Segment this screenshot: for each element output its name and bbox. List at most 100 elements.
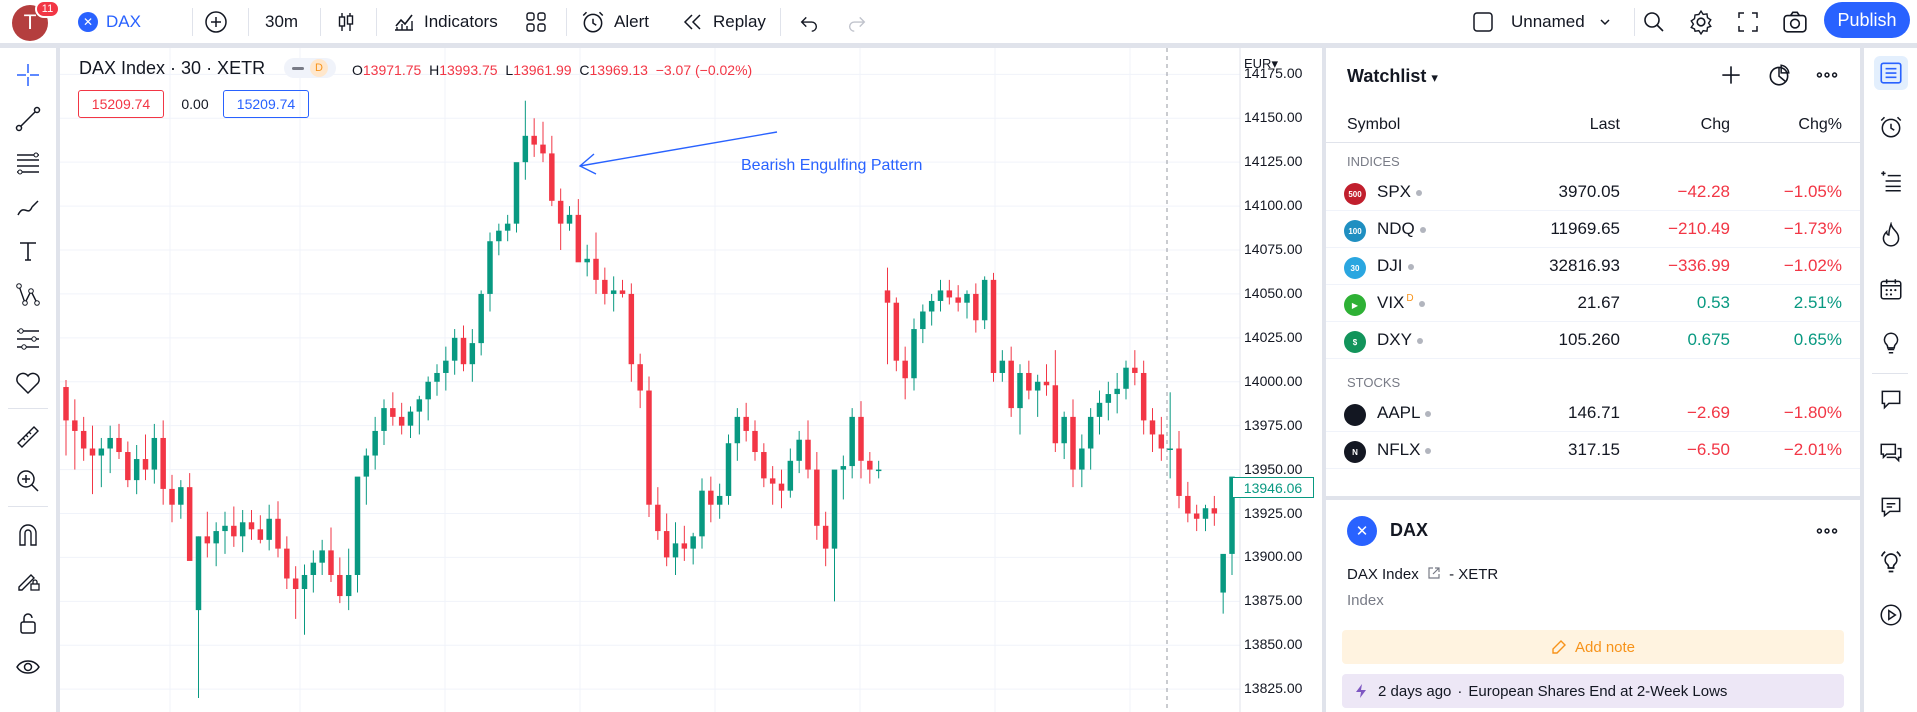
symbol-logo-icon: 100: [1344, 220, 1366, 242]
trend-line-tool[interactable]: [12, 103, 44, 135]
column-chg-percent[interactable]: Chg%: [1798, 116, 1842, 134]
interval-button[interactable]: 30m: [265, 0, 298, 44]
watchlist-row[interactable]: 100 NDQ 11969.65 −210.49 −1.73%: [1326, 211, 1860, 248]
candle-body: [540, 144, 546, 154]
candle-body: [716, 495, 723, 505]
symbol-search-button[interactable]: ✕ DAX: [78, 0, 141, 44]
watchlist-row[interactable]: ▶ VIX D 21.67 0.53 2.51%: [1326, 285, 1860, 322]
object-tree-tab[interactable]: [1874, 164, 1908, 198]
chart-legend-title[interactable]: DAX Index · 30 · XETR: [79, 58, 265, 79]
indicators-button[interactable]: Indicators: [392, 0, 498, 44]
chart-pane[interactable]: DAX Index · 30 · XETR D O13971.75 H13993…: [60, 48, 1322, 712]
layout-menu-button[interactable]: Unnamed: [1471, 0, 1613, 44]
replay-button[interactable]: Replay: [681, 0, 766, 44]
calendar-tab[interactable]: [1874, 272, 1908, 306]
watchlist-section-header[interactable]: STOCKS: [1347, 375, 1400, 390]
compare-button[interactable]: [204, 0, 228, 44]
candle-body: [531, 135, 537, 145]
text-tool[interactable]: [12, 235, 44, 267]
close-label: C: [579, 62, 590, 78]
chats-tab[interactable]: [1874, 382, 1908, 416]
snapshot-button[interactable]: [1782, 0, 1808, 44]
watchlist-row[interactable]: $ DXY 105.260 0.675 0.65%: [1326, 322, 1860, 359]
candle-body: [858, 416, 864, 461]
measure-tool[interactable]: [12, 421, 44, 453]
pattern-tool[interactable]: [12, 279, 44, 311]
candle-body: [1096, 402, 1103, 417]
pie-chart-icon: [1769, 64, 1790, 86]
candle-body: [204, 536, 211, 544]
price-axis[interactable]: 14175.00 14150.00 14125.00 14100.00 14075.00…: [1244, 48, 1318, 712]
watchlist-row[interactable]: AAPL 146.71 −2.69 −1.80%: [1326, 395, 1860, 432]
publish-button[interactable]: Publish: [1824, 2, 1910, 38]
zoom-tool[interactable]: [12, 465, 44, 497]
hide-drawings-tool[interactable]: [12, 651, 44, 683]
candlestick-chart[interactable]: [60, 48, 1322, 712]
magnet-tool[interactable]: [12, 519, 44, 551]
watchlist-row[interactable]: 500 SPX 3970.05 −42.28 −1.05%: [1326, 174, 1860, 211]
notifications-tab[interactable]: [1874, 490, 1908, 524]
watchlist-row[interactable]: N NFLX 317.15 −6.50 −2.01%: [1326, 432, 1860, 469]
column-symbol[interactable]: Symbol: [1347, 116, 1400, 134]
alert-button[interactable]: Alert: [580, 0, 649, 44]
candle-body: [549, 153, 555, 201]
fullscreen-button[interactable]: [1736, 0, 1760, 44]
details-symbol[interactable]: DAX: [1390, 520, 1428, 541]
fullscreen-icon: [1738, 12, 1758, 32]
replay-label: Replay: [713, 12, 766, 31]
settings-button[interactable]: [1688, 0, 1714, 44]
watchlist-title[interactable]: Watchlist ▾: [1347, 66, 1438, 87]
watchlist-more-button[interactable]: [1814, 62, 1840, 93]
candle-body: [266, 518, 272, 540]
candle-body: [72, 420, 78, 431]
more-horizontal-icon: [1816, 72, 1838, 78]
forecast-tool[interactable]: [12, 323, 44, 355]
news-time: 2 days ago: [1378, 682, 1452, 700]
market-status-dot: [1407, 263, 1414, 270]
chart-annotation-text[interactable]: Bearish Engulfing Pattern: [741, 157, 922, 175]
candle-body: [875, 469, 882, 472]
candle-body: [752, 430, 758, 453]
candle-body: [743, 416, 749, 431]
undo-button[interactable]: [798, 0, 820, 44]
lock-drawing-tool[interactable]: [12, 563, 44, 595]
redo-button[interactable]: [846, 0, 868, 44]
column-chg[interactable]: Chg: [1701, 116, 1730, 134]
watchlist-row[interactable]: 30 DJI 32816.93 −336.99 −1.02%: [1326, 248, 1860, 285]
buy-price-button[interactable]: 15209.74: [223, 90, 309, 118]
candle-body: [981, 279, 988, 321]
lock-all-tool[interactable]: [12, 607, 44, 639]
add-symbol-button[interactable]: [1718, 62, 1744, 93]
advanced-view-button[interactable]: [1766, 62, 1792, 93]
streams-tab[interactable]: [1874, 436, 1908, 470]
brush-tool[interactable]: [12, 191, 44, 223]
delay-badge[interactable]: D: [284, 58, 336, 78]
favorites-tool[interactable]: [12, 367, 44, 399]
column-last[interactable]: Last: [1590, 116, 1620, 134]
hotlists-tab[interactable]: [1874, 218, 1908, 252]
templates-button[interactable]: [524, 0, 548, 44]
add-note-button[interactable]: Add note: [1342, 630, 1844, 664]
ideas-tab[interactable]: [1874, 326, 1908, 360]
help-tab[interactable]: [1874, 544, 1908, 578]
candle-body: [142, 459, 149, 470]
fib-tool[interactable]: [12, 147, 44, 179]
crosshair-tool[interactable]: [12, 59, 44, 91]
candle-body: [681, 543, 688, 549]
search-button[interactable]: [1642, 0, 1666, 44]
watchlist-section-header[interactable]: INDICES: [1347, 154, 1400, 169]
details-more-button[interactable]: [1814, 518, 1840, 549]
sell-price-button[interactable]: 15209.74: [78, 90, 164, 118]
candle-body: [769, 478, 776, 484]
candle-body: [213, 531, 219, 544]
play-tab[interactable]: [1874, 598, 1908, 632]
alerts-tab[interactable]: [1874, 110, 1908, 144]
external-link-icon[interactable]: [1427, 566, 1441, 580]
news-headline-item[interactable]: 2 days ago · European Shares End at 2-We…: [1342, 674, 1844, 708]
details-name[interactable]: DAX Index: [1347, 566, 1419, 583]
watchlist-tab[interactable]: [1874, 56, 1908, 90]
calendar-icon: [1880, 279, 1902, 300]
price-tick-label: 14125.00: [1244, 153, 1303, 170]
chart-type-button[interactable]: [334, 0, 358, 44]
candle-body: [787, 460, 794, 491]
